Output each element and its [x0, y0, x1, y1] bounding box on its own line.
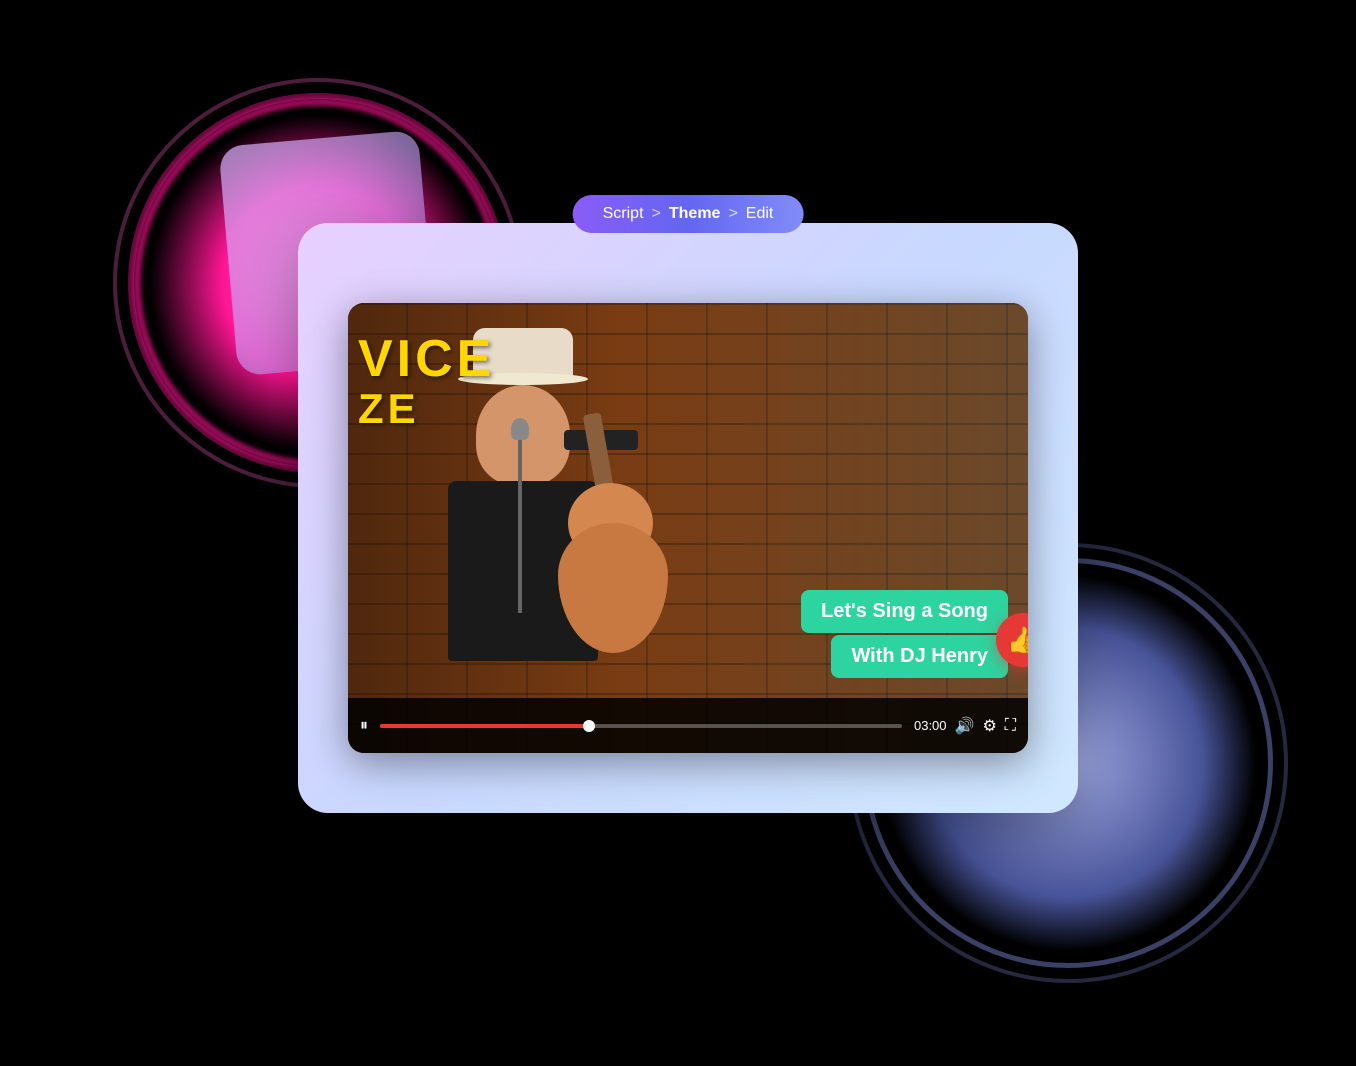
sign-text-ze: ZE — [358, 385, 495, 433]
mic-head — [511, 418, 529, 440]
video-controls: ⏸ 03:00 🔊 ⚙ ⛶ — [348, 698, 1028, 753]
video-title-line2: With DJ Henry — [831, 635, 1008, 678]
breadcrumb-theme[interactable]: Theme — [669, 205, 721, 223]
mic-stand — [518, 433, 522, 613]
sign-text-vice: VICE — [358, 333, 495, 385]
volume-button[interactable]: 🔊 — [955, 716, 975, 736]
progress-fill — [380, 724, 589, 728]
settings-button[interactable]: ⚙ — [982, 716, 996, 736]
breadcrumb-edit[interactable]: Edit — [746, 205, 774, 223]
progress-bar[interactable] — [380, 724, 902, 728]
wall-sign: VICE ZE — [358, 333, 495, 433]
video-player[interactable]: VICE ZE — [348, 303, 1028, 753]
breadcrumb-sep-1: > — [652, 205, 661, 223]
pause-button[interactable]: ⏸ — [360, 717, 368, 735]
breadcrumb-script[interactable]: Script — [603, 205, 644, 223]
video-title-line1: Let's Sing a Song — [801, 590, 1008, 633]
fullscreen-button[interactable]: ⛶ — [1005, 717, 1016, 735]
video-frame: VICE ZE — [348, 303, 1028, 753]
progress-thumb[interactable] — [583, 720, 595, 732]
breadcrumb[interactable]: Script > Theme > Edit — [573, 195, 804, 233]
breadcrumb-sep-2: > — [728, 205, 737, 223]
time-display: 03:00 — [914, 718, 947, 733]
main-card: Script > Theme > Edit VICE ZE — [298, 223, 1078, 813]
